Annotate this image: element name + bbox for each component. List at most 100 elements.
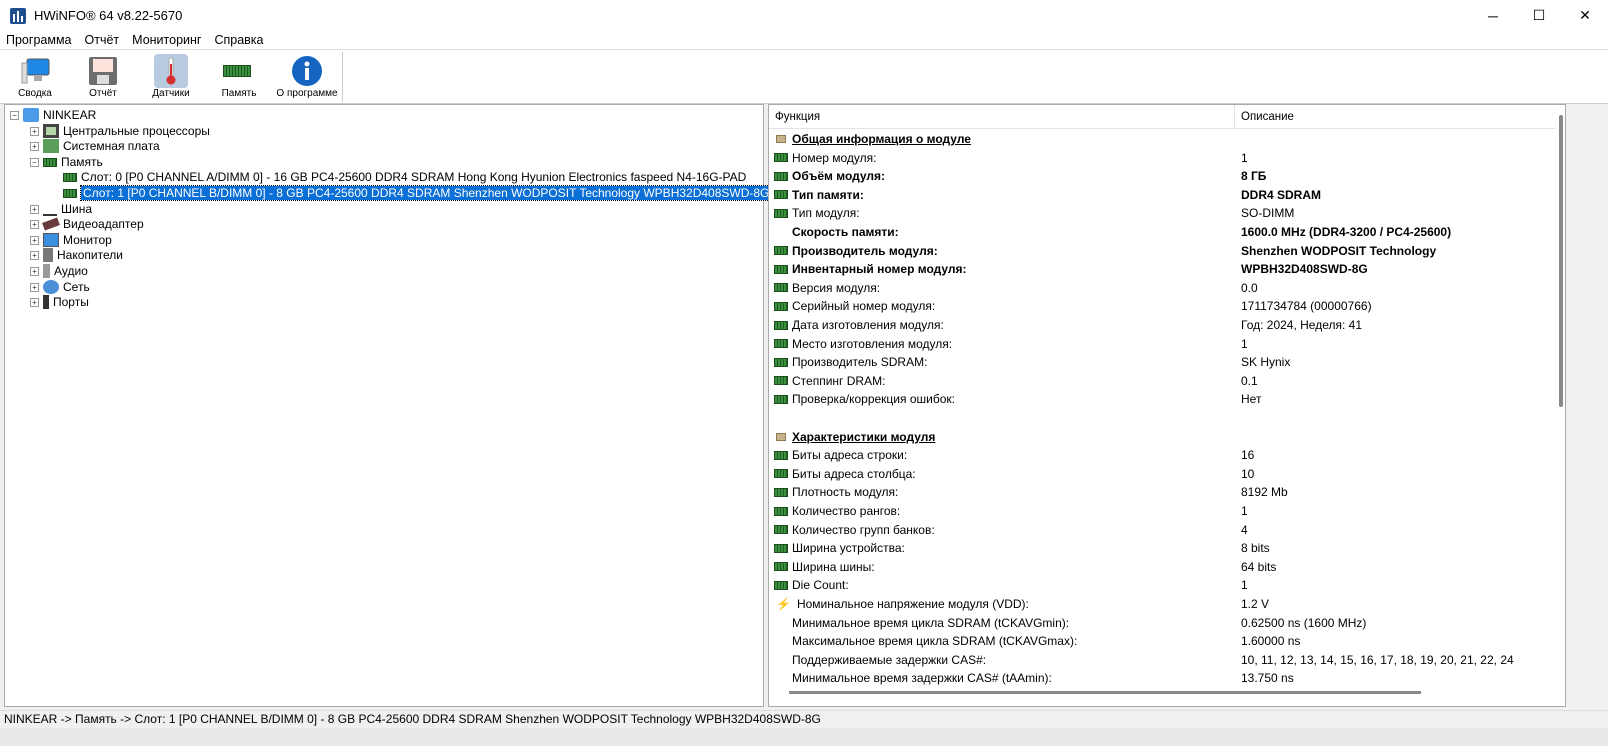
detail-row[interactable]: Тип памяти: DDR4 SDRAM xyxy=(774,186,1321,204)
expand-icon[interactable]: + xyxy=(30,141,39,151)
memory-icon xyxy=(774,357,788,367)
detail-row[interactable]: Поддерживаемые задержки CAS#: 10, 11, 12,… xyxy=(774,651,1514,669)
row-value: 1.2 V xyxy=(1241,597,1270,611)
tree-item-monitor[interactable]: + Монитор xyxy=(30,232,112,248)
detail-row[interactable]: Объём модуля: 8 ГБ xyxy=(774,167,1266,185)
expand-icon[interactable]: + xyxy=(30,250,39,260)
detail-row[interactable]: Инвентарный номер модуля: WPBH32D408SWD-8… xyxy=(774,260,1368,278)
detail-row[interactable]: Die Count: 1 xyxy=(774,576,1248,594)
memory-icon xyxy=(774,246,788,256)
expand-icon[interactable]: + xyxy=(30,282,39,292)
memory-icon xyxy=(774,543,788,553)
menu-report[interactable]: Отчёт xyxy=(79,33,127,47)
detail-row[interactable]: Плотность модуля: 8192 Mb xyxy=(774,483,1288,501)
detail-row[interactable]: Скорость памяти: 1600.0 MHz (DDR4-3200 / … xyxy=(774,223,1451,241)
expand-icon[interactable]: + xyxy=(30,126,39,136)
detail-row[interactable]: Тип модуля: SO-DIMM xyxy=(774,204,1294,222)
detail-row[interactable]: Количество рангов: 1 xyxy=(774,502,1248,520)
menu-monitoring[interactable]: Мониторинг xyxy=(126,33,208,47)
tree-item-audio[interactable]: + Аудио xyxy=(30,263,88,279)
tree-item-cpu[interactable]: + Центральные процессоры xyxy=(30,123,210,139)
row-value: 1 xyxy=(1241,504,1248,518)
detail-row[interactable]: Биты адреса строки: 16 xyxy=(774,446,1254,464)
detail-row[interactable]: Минимальное время задержки CAS# (tAAmin)… xyxy=(774,669,1294,687)
tree-item-bus[interactable]: + Шина xyxy=(30,201,92,217)
tree-item-gpu[interactable]: + Видеоадаптер xyxy=(30,216,144,232)
row-feature: Производитель SDRAM: xyxy=(792,355,928,370)
expand-icon[interactable]: + xyxy=(30,219,39,229)
horizontal-scrollbar[interactable] xyxy=(789,691,1421,694)
detail-row[interactable]: Максимальное время цикла SDRAM (tCKAVGma… xyxy=(774,632,1300,650)
tree-item-network[interactable]: + Сеть xyxy=(30,279,90,295)
row-feature: Количество рангов: xyxy=(792,504,901,518)
detail-row[interactable]: Биты адреса столбца: 10 xyxy=(774,465,1254,483)
row-value: 1600.0 MHz (DDR4-3200 / PC4-25600) xyxy=(1241,225,1452,239)
thermometer-icon xyxy=(154,54,188,88)
detail-row[interactable]: Версия модуля: 0.0 xyxy=(774,279,1258,297)
row-feature: Плотность модуля: xyxy=(792,485,899,500)
detail-row[interactable]: Дата изготовления модуля: Год: 2024, Неде… xyxy=(774,316,1362,334)
row-value: 8 bits xyxy=(1241,541,1270,556)
row-feature: Максимальное время цикла SDRAM (tCKAVGma… xyxy=(792,634,1078,649)
detail-row[interactable]: Номер модуля: 1 xyxy=(774,149,1248,167)
detail-row[interactable]: Серийный номер модуля: 1711734784 (000007… xyxy=(774,297,1372,315)
row-feature: Ширина устройства: xyxy=(792,541,905,556)
detail-row[interactable]: Степпинг DRAM: 0.1 xyxy=(774,372,1258,390)
summary-button[interactable]: Сводка xyxy=(14,50,56,104)
bus-icon xyxy=(43,202,57,216)
expand-icon[interactable]: + xyxy=(30,204,39,214)
row-feature: Версия модуля: xyxy=(792,280,881,295)
detail-row[interactable]: Минимальное время цикла SDRAM (tCKAVGmin… xyxy=(774,614,1366,632)
memory-icon xyxy=(774,208,788,218)
column-divider[interactable] xyxy=(1234,105,1235,129)
details-header: Функция Описание xyxy=(769,105,1555,129)
detail-row[interactable]: ⚡ Номинальное напряжение модуля (VDD): 1.2… xyxy=(774,595,1269,613)
detail-row[interactable]: Ширина шины: 64 bits xyxy=(774,558,1276,576)
about-button[interactable]: О программе xyxy=(274,50,340,104)
sensors-button[interactable]: Датчики xyxy=(146,50,196,104)
menu-help[interactable]: Справка xyxy=(208,33,270,47)
close-button[interactable]: ✕ xyxy=(1562,0,1608,31)
row-feature: Дата изготовления модуля: xyxy=(792,318,944,332)
expand-icon[interactable]: + xyxy=(30,297,39,307)
minimize-button[interactable]: ─ xyxy=(1470,0,1516,31)
row-feature: Die Count: xyxy=(792,578,849,593)
memory-icon xyxy=(774,394,788,404)
row-value: Shenzhen WODPOSIT Technology xyxy=(1241,243,1437,258)
detail-row[interactable]: Количество групп банков: 4 xyxy=(774,521,1248,539)
collapse-icon[interactable]: − xyxy=(10,110,19,120)
gpu-icon xyxy=(42,217,60,231)
menu-bar: Программа Отчёт Мониторинг Справка xyxy=(0,31,1608,50)
row-feature: Поддерживаемые задержки CAS#: xyxy=(792,652,987,667)
menu-program[interactable]: Программа xyxy=(0,33,79,47)
column-header-description[interactable]: Описание xyxy=(1241,111,1294,123)
vertical-scrollbar[interactable] xyxy=(1559,115,1563,407)
row-feature: Биты адреса столбца: xyxy=(792,466,916,481)
detail-row[interactable]: Производитель SDRAM: SK Hynix xyxy=(774,353,1290,371)
tree-item-storage[interactable]: + Накопители xyxy=(30,247,123,263)
row-feature: Скорость памяти: xyxy=(792,225,899,239)
collapse-icon[interactable]: − xyxy=(30,157,39,167)
detail-row[interactable]: Производитель модуля: Shenzhen WODPOSIT T… xyxy=(774,242,1436,260)
detail-row[interactable]: Ширина устройства: 8 bits xyxy=(774,539,1270,557)
memory-icon xyxy=(774,153,788,163)
tree-item-slot-1[interactable]: Слот: 1 [P0 CHANNEL B/DIMM 0] - 8 GB PC4… xyxy=(63,185,773,201)
tree-item-slot-0[interactable]: Слот: 0 [P0 CHANNEL A/DIMM 0] - 16 GB PC… xyxy=(63,169,746,185)
floppy-icon xyxy=(86,54,120,88)
expand-icon[interactable]: + xyxy=(30,235,39,245)
memory-button[interactable]: Память xyxy=(216,50,262,104)
memory-icon xyxy=(43,157,57,167)
monitor-icon xyxy=(43,233,59,247)
tree-root[interactable]: − NINKEAR xyxy=(10,107,96,123)
column-header-feature[interactable]: Функция xyxy=(775,111,820,123)
memory-icon xyxy=(774,339,788,349)
detail-row[interactable]: Проверка/коррекция ошибок: Нет xyxy=(774,390,1261,408)
tree-item-ports[interactable]: + Порты xyxy=(30,294,89,310)
report-button[interactable]: Отчёт xyxy=(82,50,124,104)
expand-icon[interactable]: + xyxy=(30,266,39,276)
tree-item-motherboard[interactable]: + Системная плата xyxy=(30,138,160,154)
detail-row[interactable]: Место изготовления модуля: 1 xyxy=(774,335,1248,353)
maximize-button[interactable]: ☐ xyxy=(1516,0,1562,31)
row-value: Год: 2024, Неделя: 41 xyxy=(1241,318,1363,332)
tree-item-memory[interactable]: − Память xyxy=(30,154,103,170)
